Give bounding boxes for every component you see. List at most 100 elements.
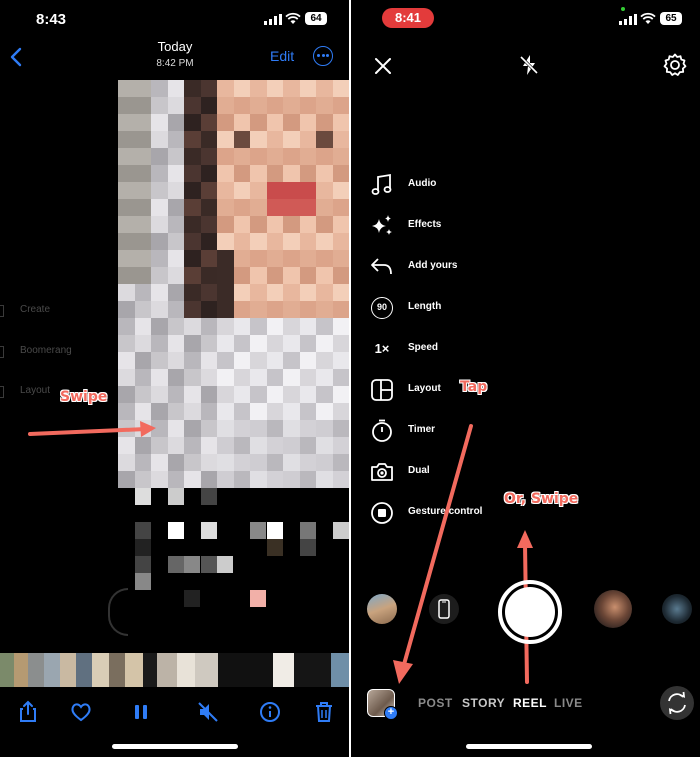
edit-button[interactable]: Edit <box>270 48 294 64</box>
menu-item-speed[interactable]: 1× Speed <box>369 336 569 362</box>
thumbnail-item[interactable] <box>331 653 349 687</box>
thumbnail-item[interactable] <box>157 653 177 687</box>
mosaic-cell <box>184 590 200 607</box>
tap-annotation: Tap <box>460 379 488 395</box>
thumbnail-strip[interactable] <box>0 653 349 687</box>
status-time: 8:43 <box>36 11 67 28</box>
mosaic-cell <box>167 556 184 573</box>
thumbnail-item[interactable] <box>59 653 77 687</box>
thumbnail-item[interactable] <box>91 653 110 687</box>
ghost-menu-boomerang: Boomerang <box>20 345 72 356</box>
photo-time-subtitle: 8:42 PM <box>156 58 194 69</box>
speed-icon: 1× <box>374 341 390 356</box>
mosaic-cell <box>250 522 266 539</box>
mode-post[interactable]: POST <box>418 696 453 710</box>
mosaic-cell <box>200 488 217 505</box>
mosaic-cell <box>217 556 233 573</box>
mic-in-use-dot <box>621 7 625 11</box>
cellular-signal-icon <box>264 14 282 25</box>
thumbnail-item[interactable] <box>43 653 60 687</box>
battery-indicator: 65 <box>660 12 682 25</box>
mosaic-cell <box>134 573 151 590</box>
effect-thumbnail[interactable] <box>367 594 397 624</box>
thumbnail-item[interactable] <box>294 653 332 687</box>
mute-icon[interactable] <box>196 700 220 724</box>
effect-thumbnail[interactable] <box>594 590 632 628</box>
gear-icon[interactable] <box>663 53 687 77</box>
menu-label: Audio <box>408 178 437 189</box>
status-bar: 8:41 65 <box>351 0 700 36</box>
info-icon[interactable] <box>258 700 282 724</box>
effect-thumbnail[interactable] <box>662 594 692 624</box>
mosaic-cell <box>134 539 151 556</box>
thumbnail-item[interactable] <box>176 653 195 687</box>
mosaic-cell <box>184 556 200 573</box>
mosaic-cell <box>299 522 316 539</box>
add-plus-icon: + <box>384 706 398 720</box>
mosaic-cell <box>299 539 316 556</box>
photo-toolbar <box>0 690 349 734</box>
swipe-annotation: Or, Swipe <box>504 491 579 507</box>
menu-label: Add yours <box>408 260 458 271</box>
menu-item-effects[interactable]: Effects <box>369 213 569 239</box>
effect-thumbnail-phone[interactable] <box>429 594 459 624</box>
mosaic-cell <box>332 522 349 539</box>
mosaic-cell <box>250 590 266 607</box>
cellular-signal-icon <box>619 14 637 25</box>
thumbnail-item[interactable] <box>28 653 44 687</box>
trash-icon[interactable] <box>312 700 336 724</box>
photo-date-title: Today <box>157 39 193 54</box>
mode-live[interactable]: LIVE <box>554 696 583 710</box>
sparkles-icon <box>372 215 392 235</box>
phone-icon <box>438 599 450 619</box>
battery-indicator: 64 <box>305 12 327 25</box>
thumbnail-item[interactable] <box>194 653 218 687</box>
thumbnail-item[interactable] <box>217 653 273 687</box>
menu-label: Effects <box>408 219 442 230</box>
mode-story[interactable]: STORY <box>462 696 505 710</box>
ghost-shutter-ring <box>108 588 128 636</box>
thumbnail-item[interactable] <box>142 653 158 687</box>
layout-icon <box>371 379 393 401</box>
record-shutter-button[interactable] <box>498 580 562 644</box>
mosaic-cell <box>134 522 151 539</box>
mosaic-cell <box>134 556 151 573</box>
mosaic-cell <box>167 522 184 539</box>
flip-camera-button[interactable] <box>660 686 694 720</box>
status-bar: 8:43 64 <box>0 0 349 36</box>
reply-arrow-icon <box>371 258 392 275</box>
thumbnail-item[interactable] <box>125 653 143 687</box>
menu-item-add-yours[interactable]: Add yours <box>369 254 569 280</box>
ghost-menu-layout: Layout <box>20 385 51 396</box>
mosaic-cell <box>200 522 217 539</box>
menu-item-audio[interactable]: Audio <box>369 172 569 198</box>
instagram-camera-panel: 8:41 65 Audio Effects Add yours 90 Lengt… <box>351 0 700 757</box>
ghost-menu-icon <box>0 305 4 317</box>
share-icon[interactable] <box>16 700 40 724</box>
flash-off-icon[interactable] <box>517 53 541 77</box>
tap-arrow-annotation <box>393 424 473 684</box>
menu-item-length[interactable]: 90 Length <box>369 295 569 321</box>
more-options-icon[interactable] <box>313 46 333 66</box>
thumbnail-item[interactable] <box>13 653 29 687</box>
music-icon <box>371 173 392 195</box>
shutter-inner <box>505 587 555 637</box>
flip-camera-icon <box>668 691 686 715</box>
menu-label: Speed <box>408 342 439 353</box>
mosaic-cell <box>200 556 217 573</box>
pause-icon[interactable] <box>129 700 153 724</box>
thumbnail-item[interactable] <box>0 653 14 687</box>
back-chevron-icon[interactable] <box>8 46 26 68</box>
thumbnail-item[interactable] <box>272 653 295 687</box>
photos-app-panel: 8:43 64 Today 8:42 PM Edit Create Boomer… <box>0 0 349 757</box>
mosaic-cell <box>167 488 184 505</box>
thumbnail-item[interactable] <box>109 653 126 687</box>
mode-reel[interactable]: REEL <box>513 696 547 710</box>
pixelated-photo-fragment <box>118 488 349 638</box>
mosaic-cell <box>266 539 283 556</box>
ghost-menu-icon <box>0 386 4 398</box>
ghost-menu-create: Create <box>20 304 51 315</box>
close-icon[interactable] <box>373 56 393 76</box>
heart-icon[interactable] <box>69 700 93 724</box>
thumbnail-item[interactable] <box>76 653 92 687</box>
